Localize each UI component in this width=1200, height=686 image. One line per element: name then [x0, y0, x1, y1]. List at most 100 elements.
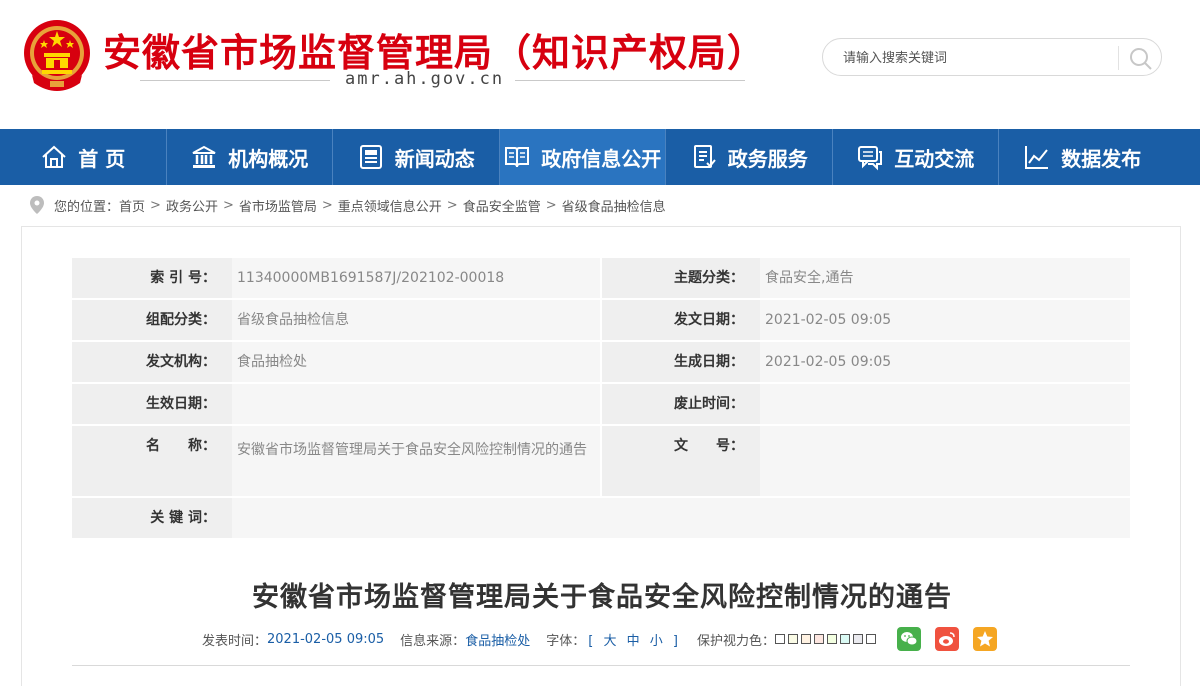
publish-time-label: 发表时间： [202, 633, 268, 649]
created-date-label: 生成日期： [602, 342, 760, 382]
metadata-row: 索 引 号： 11340000MB1691587J/202102-00018 主… [72, 258, 1130, 300]
font-large-button[interactable]: 大 [603, 634, 616, 649]
chat-icon [858, 146, 883, 171]
nav-item-organization[interactable]: 机构概况 [167, 129, 333, 185]
book-icon [505, 147, 530, 168]
home-icon [42, 145, 66, 168]
doc-number-label: 文 号： [602, 426, 760, 496]
font-small-button[interactable]: 小 [650, 634, 663, 649]
nav-item-interaction[interactable]: 互动交流 [833, 129, 999, 185]
breadcrumb-separator: > [222, 197, 234, 213]
breadcrumb-item[interactable]: 省市场监管局 [239, 196, 317, 215]
source-label: 信息来源： [400, 633, 466, 649]
metadata-row: 生效日期： 废止时间： [72, 384, 1130, 426]
created-date-value: 2021-02-05 09:05 [760, 342, 1130, 382]
breadcrumb-prefix: 您的位置： [54, 199, 120, 215]
issuer-label: 发文机构： [72, 342, 232, 382]
document-info-bar: 发表时间： 2021-02-05 09:05 信息来源： 食品抽检处 字体： [… [202, 627, 1011, 651]
metadata-row: 组配分类： 省级食品抽检信息 发文日期： 2021-02-05 09:05 [72, 300, 1130, 342]
breadcrumb-item[interactable]: 食品安全监管 [463, 196, 541, 215]
breadcrumb-item[interactable]: 重点领域信息公开 [338, 196, 442, 215]
name-label: 名 称： [72, 426, 232, 496]
topic-label: 主题分类： [602, 258, 760, 298]
breadcrumb-item[interactable]: 政务公开 [166, 196, 218, 215]
share-wechat-button[interactable] [897, 627, 921, 651]
font-bracket: ] [672, 633, 678, 649]
nav-item-gov-info[interactable]: 政府信息公开 [499, 129, 666, 185]
index-number-label: 索 引 号： [72, 258, 232, 298]
nav-label: 新闻动态 [394, 146, 475, 171]
divider [1118, 46, 1119, 70]
nav-label: 首 页 [78, 146, 126, 171]
breadcrumb: 您的位置： 首页 > 政务公开 > 省市场监管局 > 重点领域信息公开 > 食品… [30, 193, 666, 217]
divider [140, 80, 330, 81]
category-value: 省级食品抽检信息 [232, 300, 602, 340]
search-input[interactable] [843, 48, 1113, 68]
breadcrumb-separator: > [446, 197, 458, 213]
building-icon [192, 145, 216, 168]
category-label: 组配分类： [72, 300, 232, 340]
eye-care-label: 保护视力色： [696, 633, 775, 649]
document-title: 安徽省市场监督管理局关于食品安全风险控制情况的通告 [252, 582, 952, 613]
color-swatch[interactable] [866, 634, 876, 644]
nav-item-data[interactable]: 数据发布 [999, 129, 1166, 185]
document-icon [693, 145, 716, 168]
effective-date-value [232, 384, 602, 424]
index-number-value: 11340000MB1691587J/202102-00018 [232, 258, 602, 298]
font-size-label: 字体： [546, 633, 586, 649]
main-nav: 首 页 机构概况 新闻动态 政府信息公开 政务服务 互动交流 数据发布 [0, 129, 1200, 185]
keywords-value [232, 498, 1130, 538]
nav-label: 政务服务 [727, 146, 808, 171]
issue-date-label: 发文日期： [602, 300, 760, 340]
qzone-icon [977, 631, 993, 647]
expiry-date-label: 废止时间： [602, 384, 760, 424]
site-header: 安徽省市场监督管理局（知识产权局） amr.ah.gov.cn [0, 0, 1200, 129]
chart-icon [1025, 146, 1049, 169]
font-bracket: [ [588, 633, 594, 649]
newspaper-icon [359, 145, 382, 169]
search-icon[interactable] [1127, 45, 1153, 71]
name-value: 安徽省市场监督管理局关于食品安全风险控制情况的通告 [232, 426, 602, 496]
site-domain: amr.ah.gov.cn [345, 69, 505, 89]
search-box [822, 38, 1162, 76]
breadcrumb-separator: > [150, 197, 161, 213]
issue-date-value: 2021-02-05 09:05 [760, 300, 1130, 340]
color-swatch[interactable] [827, 634, 837, 644]
nav-item-news[interactable]: 新闻动态 [333, 129, 500, 185]
breadcrumb-item[interactable]: 首页 [119, 196, 145, 215]
breadcrumb-separator: > [545, 197, 557, 213]
share-weibo-button[interactable] [935, 627, 959, 651]
keywords-label: 关 键 词： [72, 498, 232, 538]
content-panel: 索 引 号： 11340000MB1691587J/202102-00018 主… [21, 226, 1181, 686]
national-emblem-icon [24, 20, 90, 91]
font-size-switcher: [ 大 中 小 ] [585, 630, 681, 649]
metadata-row: 发文机构： 食品抽检处 生成日期： 2021-02-05 09:05 [72, 342, 1130, 384]
metadata-table: 索 引 号： 11340000MB1691587J/202102-00018 主… [72, 258, 1130, 540]
nav-label: 互动交流 [894, 146, 975, 171]
domain-row: amr.ah.gov.cn [140, 69, 745, 90]
nav-item-services[interactable]: 政务服务 [666, 129, 833, 185]
breadcrumb-item[interactable]: 省级食品抽检信息 [562, 196, 666, 215]
nav-label: 数据发布 [1061, 146, 1142, 171]
issuer-value: 食品抽检处 [232, 342, 602, 382]
color-swatch[interactable] [788, 634, 798, 644]
metadata-row: 关 键 词： [72, 498, 1130, 540]
breadcrumb-separator: > [321, 197, 333, 213]
nav-label: 机构概况 [228, 146, 309, 171]
source-link[interactable]: 食品抽检处 [465, 630, 530, 649]
metadata-row: 名 称： 安徽省市场监督管理局关于食品安全风险控制情况的通告 文 号： [72, 426, 1130, 498]
font-medium-button[interactable]: 中 [627, 634, 640, 649]
wechat-icon [901, 632, 918, 646]
share-qzone-button[interactable] [973, 627, 997, 651]
location-pin-icon [30, 196, 44, 214]
color-swatch[interactable] [840, 634, 850, 644]
color-swatch[interactable] [814, 634, 824, 644]
eye-care-swatches [775, 634, 879, 644]
divider [515, 80, 745, 81]
nav-item-home[interactable]: 首 页 [0, 129, 167, 185]
doc-number-value [760, 426, 1130, 496]
color-swatch[interactable] [775, 634, 785, 644]
weibo-icon [939, 632, 955, 646]
color-swatch[interactable] [801, 634, 811, 644]
color-swatch[interactable] [853, 634, 863, 644]
